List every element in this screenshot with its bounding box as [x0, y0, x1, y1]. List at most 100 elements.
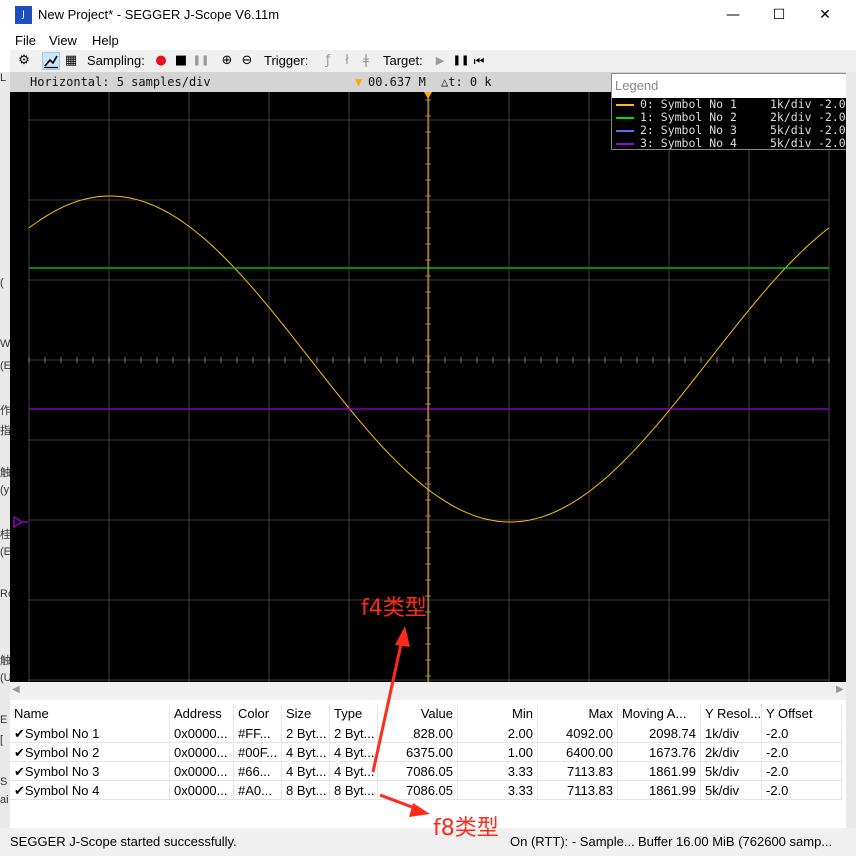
scope-canvas [13, 92, 830, 682]
menu-bar: File View Help [0, 31, 856, 50]
legend-swatch [616, 104, 634, 106]
target-reset-icon[interactable]: ⏮ [470, 52, 488, 70]
y-offset-cell[interactable]: -2.0 [762, 743, 842, 762]
y-offset-cell[interactable]: -2.0 [762, 781, 842, 800]
type-cell: 4 Byt... [330, 762, 378, 781]
color-cell[interactable]: #A0... [234, 781, 282, 800]
y-offset-cell[interactable]: -2.0 [762, 724, 842, 743]
record-icon[interactable]: ● [152, 52, 170, 70]
sampling-label: Sampling: [87, 53, 145, 68]
column-header-y-offset[interactable]: Y Offset [762, 704, 842, 723]
right-edge-strip [846, 72, 856, 828]
legend-panel[interactable]: Legend 0: Symbol No 1 1k/div -2.0 1: Sym… [611, 73, 846, 150]
close-button[interactable]: ✕ [802, 0, 848, 31]
legend-entry[interactable]: 3: Symbol No 4 5k/div -2.0 [612, 136, 846, 150]
fragment-text: 指 [0, 425, 10, 437]
status-message: SEGGER J-Scope started successfully. [10, 834, 237, 849]
checkbox-checked-icon[interactable]: ✔ [14, 726, 25, 741]
address-cell: 0x0000... [170, 762, 234, 781]
moving-average-cell: 1673.76 [618, 743, 701, 762]
name-cell[interactable]: ✔Symbol No 3 [10, 762, 170, 781]
horizontal-scale: Horizontal: 5 samples/div [30, 75, 211, 89]
column-header-value[interactable]: Value [378, 704, 458, 723]
cursor-marker-icon[interactable] [424, 92, 432, 99]
fragment-text: [ [0, 734, 4, 746]
table-row[interactable]: ✔Symbol No 4 0x0000... #A0... 8 Byt... 8… [10, 781, 846, 800]
fragment-text: 作 [0, 405, 10, 417]
y-resolution-cell[interactable]: 5k/div [701, 781, 762, 800]
table-row[interactable]: ✔Symbol No 1 0x0000... #FF... 2 Byt... 2… [10, 724, 846, 743]
checkbox-checked-icon[interactable]: ✔ [14, 783, 25, 798]
y-resolution-cell[interactable]: 2k/div [701, 743, 762, 762]
symbol-name: Symbol No 2 [24, 745, 100, 760]
settings-gear-icon[interactable]: ⚙ [15, 52, 33, 70]
y-resolution-cell[interactable]: 1k/div [701, 724, 762, 743]
moving-average-cell: 1861.99 [618, 762, 701, 781]
table-row[interactable]: ✔Symbol No 2 0x0000... #00F... 4 Byt... … [10, 743, 846, 762]
trigger-falling-icon[interactable]: ł [338, 52, 356, 70]
legend-title: Legend [612, 74, 846, 98]
pause-icon[interactable]: ❚❚ [192, 52, 210, 70]
scroll-left-icon[interactable]: ◀ [12, 684, 20, 695]
address-cell: 0x0000... [170, 724, 234, 743]
fragment-text: S [0, 776, 8, 788]
menu-file[interactable]: File [15, 33, 36, 48]
column-header-color[interactable]: Color [234, 704, 282, 723]
symbol-table: Name Address Color Size Type Value Min M… [10, 703, 846, 825]
y-offset-cell[interactable]: -2.0 [762, 762, 842, 781]
symbol-name: Symbol No 4 [24, 783, 100, 798]
graph-view-icon[interactable] [42, 52, 60, 70]
target-pause-icon[interactable]: ❚❚ [452, 52, 470, 70]
column-header-size[interactable]: Size [282, 704, 330, 723]
fragment-text: W [0, 338, 10, 350]
y-resolution-cell[interactable]: 5k/div [701, 762, 762, 781]
name-cell[interactable]: ✔Symbol No 1 [10, 724, 170, 743]
column-header-address[interactable]: Address [170, 704, 234, 723]
fragment-text: 触 [0, 467, 10, 479]
color-cell[interactable]: #66... [234, 762, 282, 781]
color-cell[interactable]: #00F... [234, 743, 282, 762]
scope-grid [28, 92, 830, 682]
legend-entry-resolution: 5k/div [770, 136, 812, 150]
toolbar: ⚙ ▦ Sampling: ● ■ ❚❚ ⊕ ⊖ Trigger: ƒ ł ǂ … [10, 50, 856, 72]
legend-swatch [616, 143, 634, 145]
window-title: New Project* - SEGGER J-Scope V6.11m [38, 7, 280, 22]
min-cell: 1.00 [458, 743, 538, 762]
scroll-right-icon[interactable]: ▶ [836, 684, 844, 695]
table-view-icon[interactable]: ▦ [62, 52, 80, 70]
table-row[interactable]: ✔Symbol No 3 0x0000... #66... 4 Byt... 4… [10, 762, 846, 781]
scope-plot-area[interactable]: Horizontal: 5 samples/div ▼ 00.637 M △t:… [10, 72, 846, 682]
column-header-moving-average[interactable]: Moving A... [618, 704, 701, 723]
annotation-f8-label: f8类型 [433, 816, 499, 841]
column-header-name[interactable]: Name [10, 704, 170, 723]
offset-marker-icon[interactable] [13, 515, 24, 529]
horizontal-scrollbar[interactable]: ◀ ▶ [10, 682, 846, 700]
type-cell: 8 Byt... [330, 781, 378, 800]
color-cell[interactable]: #FF... [234, 724, 282, 743]
zoom-in-icon[interactable]: ⊕ [218, 52, 236, 70]
trigger-rising-icon[interactable]: ƒ [319, 52, 337, 70]
menu-view[interactable]: View [49, 33, 77, 48]
column-header-min[interactable]: Min [458, 704, 538, 723]
checkbox-checked-icon[interactable]: ✔ [14, 745, 25, 760]
name-cell[interactable]: ✔Symbol No 2 [10, 743, 170, 762]
target-play-icon[interactable]: ▶ [431, 52, 449, 70]
trigger-both-icon[interactable]: ǂ [357, 52, 375, 70]
checkbox-checked-icon[interactable]: ✔ [14, 764, 25, 779]
minimize-button[interactable]: — [710, 0, 756, 31]
min-cell: 3.33 [458, 762, 538, 781]
fragment-text: 桂 [0, 529, 10, 541]
legend-entry-offset: -2.0 [818, 136, 846, 150]
name-cell[interactable]: ✔Symbol No 4 [10, 781, 170, 800]
zoom-out-icon[interactable]: ⊖ [238, 52, 256, 70]
size-cell: 4 Byt... [282, 762, 330, 781]
maximize-button[interactable]: ☐ [756, 0, 802, 31]
menu-help[interactable]: Help [92, 33, 119, 48]
stop-icon[interactable]: ■ [172, 52, 190, 70]
column-header-y-resolution[interactable]: Y Resol... [701, 704, 762, 723]
column-header-type[interactable]: Type [330, 704, 378, 723]
title-bar: J New Project* - SEGGER J-Scope V6.11m —… [0, 0, 856, 31]
annotation-f4-label: f4类型 [361, 596, 427, 621]
column-header-max[interactable]: Max [538, 704, 618, 723]
cursor-value: 00.637 M [368, 75, 426, 89]
